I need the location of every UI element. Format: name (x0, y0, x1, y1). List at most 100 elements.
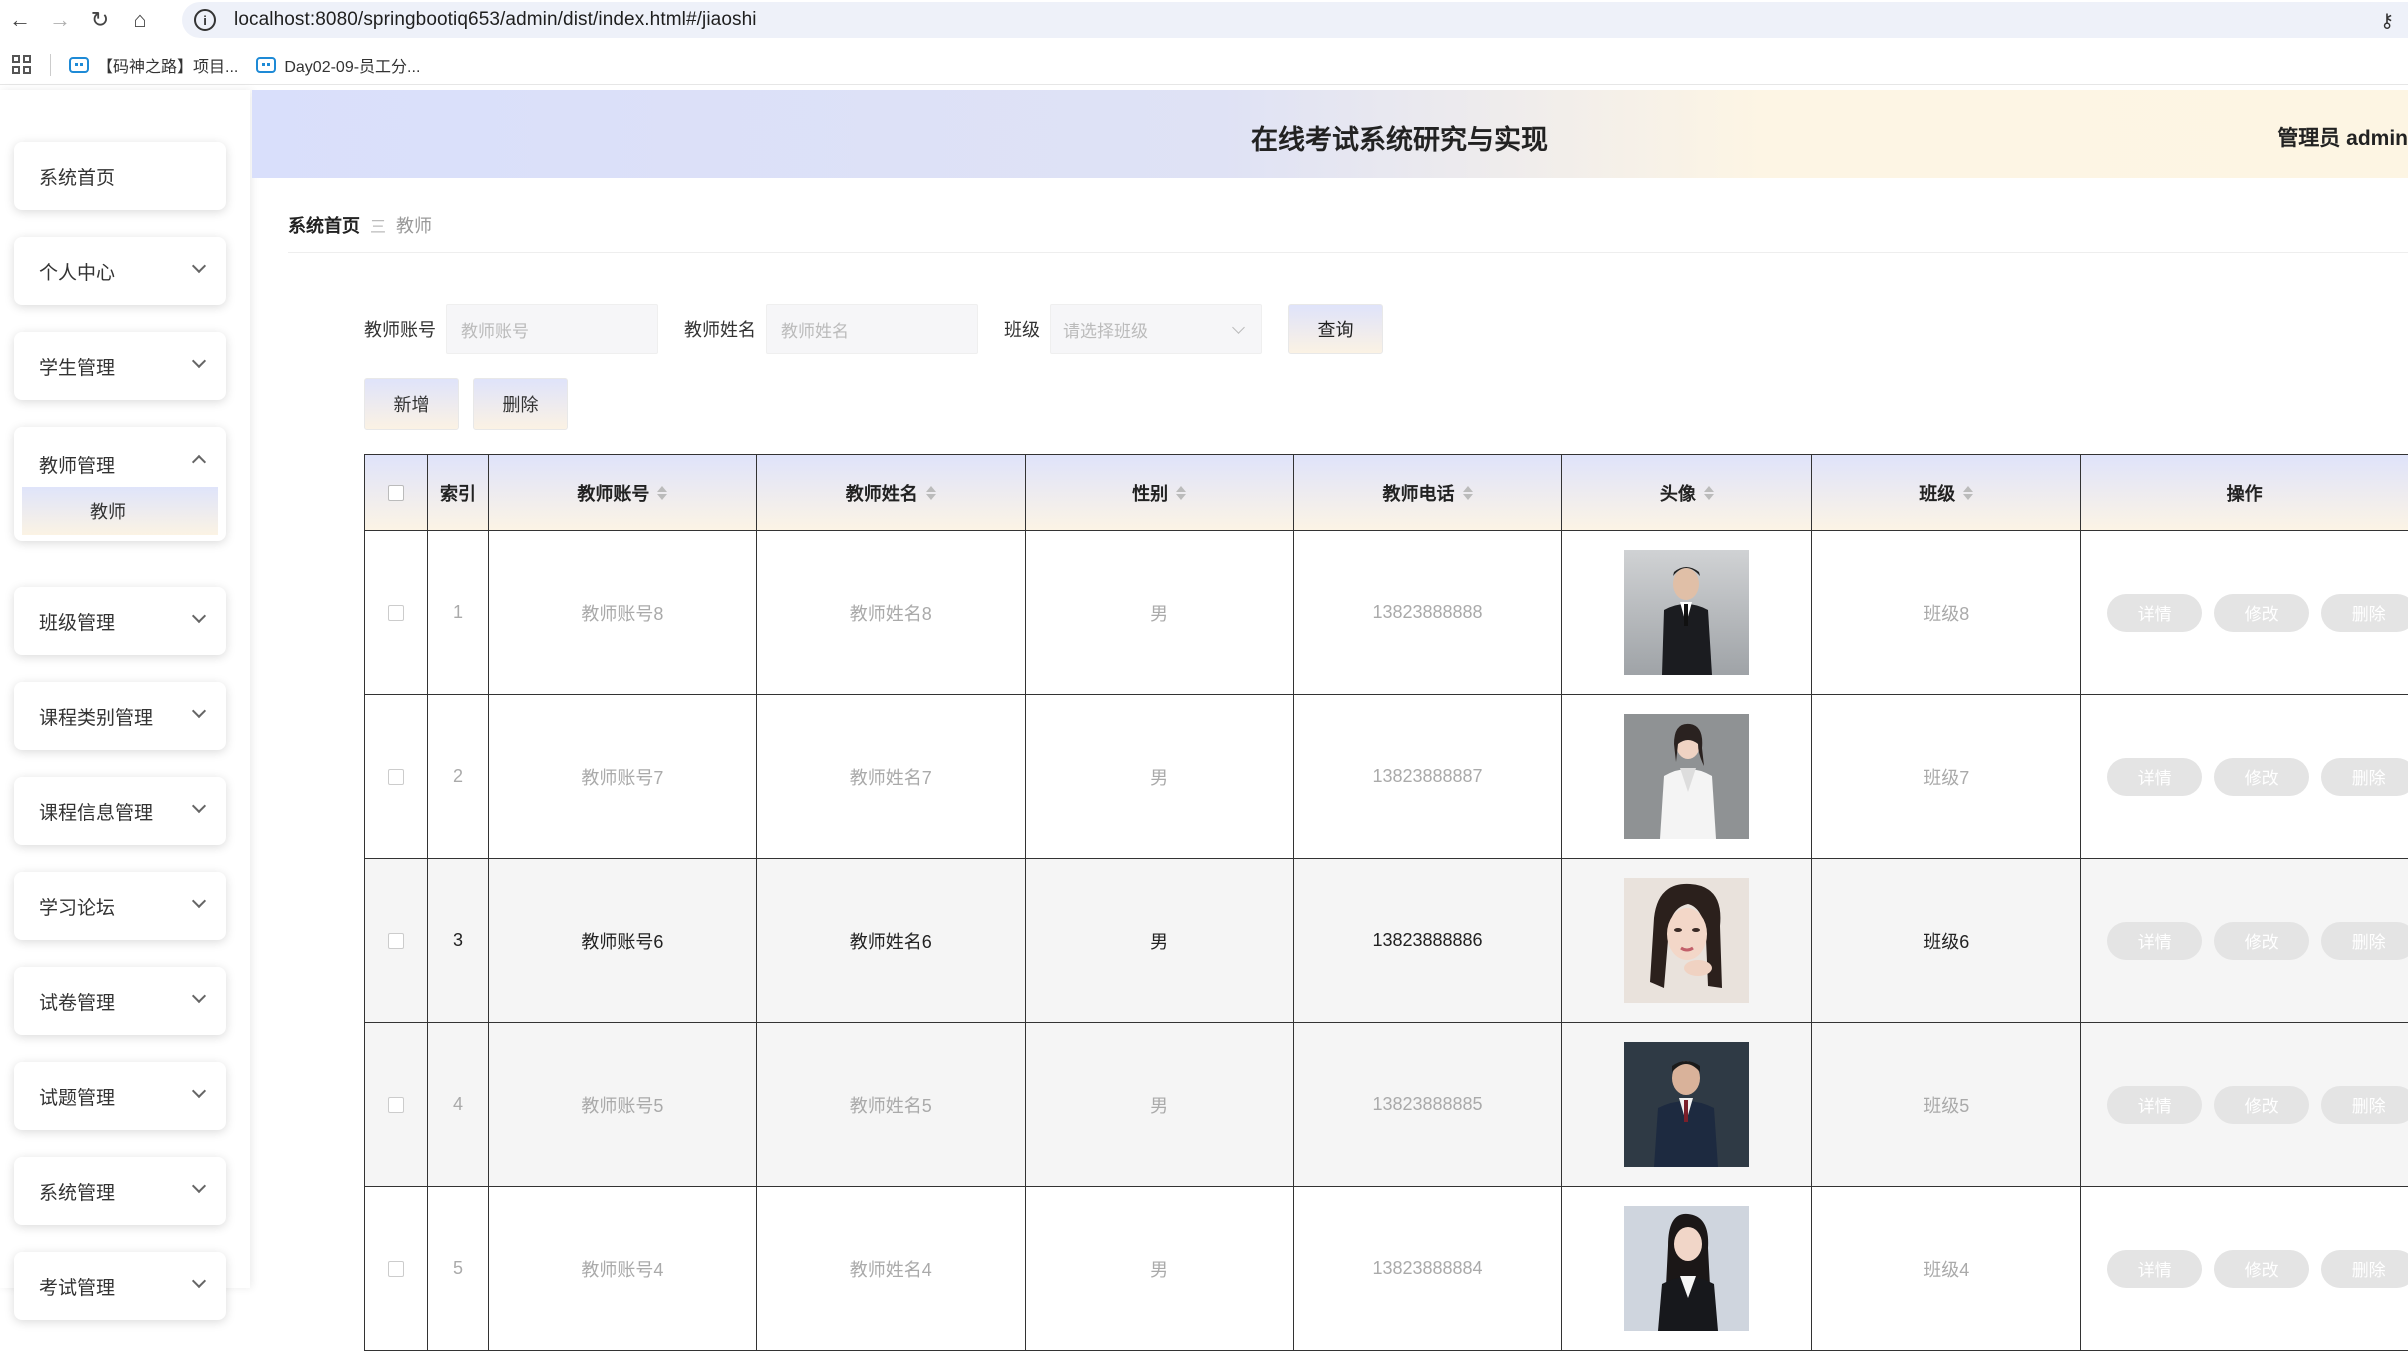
batch-delete-button[interactable]: 删除 (473, 378, 568, 430)
sidebar-item-label: 教师管理 (39, 456, 116, 477)
index-cell: 2 (427, 695, 489, 859)
sort-icon[interactable] (925, 485, 936, 501)
sidebar-item-home[interactable]: 系统首页 (14, 142, 226, 210)
delete-button[interactable]: 删除 (2321, 1249, 2408, 1288)
column-header[interactable]: 班级 (1812, 455, 2082, 531)
operations-cell: 详情 修改 删除 (2081, 531, 2408, 695)
select-all-checkbox[interactable] (387, 484, 404, 501)
row-checkbox[interactable] (387, 932, 404, 949)
top-header: 在线考试系统研究与实现 管理员 admin (252, 90, 2408, 178)
bookmarks-bar: 【码神之路】项目... Day02-09-员工分... (0, 45, 2408, 85)
column-header[interactable]: 教师姓名 (756, 455, 1026, 531)
query-button[interactable]: 查询 (1288, 304, 1383, 354)
delete-button[interactable]: 删除 (2321, 1085, 2408, 1124)
forward-icon[interactable]: → (40, 0, 80, 40)
class-cell: 班级5 (1812, 1023, 2082, 1187)
edit-button[interactable]: 修改 (2214, 1249, 2310, 1288)
sidebar-item-teachers[interactable]: 教师管理 教师 (14, 427, 226, 541)
gender-cell: 男 (1025, 1023, 1294, 1187)
add-button[interactable]: 新增 (364, 378, 459, 430)
teacher-avatar[interactable] (1624, 550, 1750, 675)
sidebar-item-students[interactable]: 学生管理 (14, 332, 226, 400)
index-cell: 3 (427, 859, 489, 1023)
home-icon[interactable]: ⌂ (120, 0, 160, 40)
sort-icon[interactable] (1462, 485, 1473, 501)
class-select[interactable]: 请选择班级 (1050, 304, 1262, 354)
reload-icon[interactable]: ↻ (80, 0, 120, 40)
url-text[interactable]: localhost:8080/springbootiq653/admin/dis… (234, 9, 757, 31)
sidebar-subitem-teacher[interactable]: 教师 (22, 487, 218, 535)
edit-button[interactable]: 修改 (2214, 1085, 2310, 1124)
sidebar-item-label: 系统管理 (39, 1182, 116, 1204)
address-bar[interactable]: i localhost:8080/springbootiq653/admin/d… (182, 2, 2408, 38)
row-checkbox[interactable] (387, 1260, 404, 1277)
bookmark-item[interactable]: 【码神之路】项目... (69, 53, 238, 77)
browser-toolbar: ← → ↻ ⌂ i localhost:8080/springbootiq653… (0, 0, 2408, 40)
sort-icon[interactable] (657, 485, 668, 501)
table-row[interactable]: 1 教师账号8 教师姓名8 男 13823888888 班级8 详情 修改 删除 (365, 531, 2408, 695)
detail-button[interactable]: 详情 (2107, 757, 2203, 796)
table-row[interactable]: 3 教师账号6 教师姓名6 男 13823888886 班级6 详情 修改 删除 (365, 859, 2408, 1023)
account-label: 教师账号 (364, 320, 436, 340)
divider (288, 252, 2408, 253)
class-cell: 班级4 (1812, 1187, 2082, 1351)
sort-icon[interactable] (1176, 485, 1187, 501)
back-icon[interactable]: ← (0, 0, 40, 40)
edit-button[interactable]: 修改 (2214, 593, 2310, 632)
account-search-input[interactable]: 教师账号 (446, 304, 658, 354)
column-header[interactable]: 教师账号 (488, 455, 757, 531)
teacher-avatar[interactable] (1624, 1206, 1750, 1331)
name-search-input[interactable]: 教师姓名 (766, 304, 978, 354)
edit-button[interactable]: 修改 (2214, 921, 2310, 960)
edit-button[interactable]: 修改 (2214, 757, 2310, 796)
sidebar-item-papers[interactable]: 试卷管理 (14, 967, 226, 1035)
column-header[interactable]: 教师电话 (1293, 455, 1563, 531)
site-info-icon[interactable]: i (194, 9, 216, 31)
detail-button[interactable]: 详情 (2107, 921, 2203, 960)
class-cell: 班级6 (1812, 859, 2082, 1023)
operations-cell: 详情 修改 删除 (2081, 859, 2408, 1023)
table-row[interactable]: 5 教师账号4 教师姓名4 男 13823888884 班级4 详情 修改 删除 (365, 1187, 2408, 1351)
user-label[interactable]: 管理员 admin (2277, 122, 2408, 152)
breadcrumb-home[interactable]: 系统首页 (288, 212, 360, 238)
row-checkbox[interactable] (387, 604, 404, 621)
sidebar-item-forum[interactable]: 学习论坛 (14, 872, 226, 940)
row-actions: 详情 修改 删除 (2081, 1249, 2408, 1288)
sort-icon[interactable] (1703, 485, 1714, 501)
gender-cell: 男 (1025, 695, 1294, 859)
sidebar-item-personal[interactable]: 个人中心 (14, 237, 226, 305)
sidebar-item-course-info[interactable]: 课程信息管理 (14, 777, 226, 845)
detail-button[interactable]: 详情 (2107, 1249, 2203, 1288)
teacher-avatar[interactable] (1624, 1042, 1750, 1167)
detail-button[interactable]: 详情 (2107, 593, 2203, 632)
teacher-avatar[interactable] (1624, 878, 1750, 1003)
delete-button[interactable]: 删除 (2321, 757, 2408, 796)
sort-icon[interactable] (1963, 485, 1974, 501)
column-header[interactable]: 性别 (1025, 455, 1294, 531)
apps-grid-icon[interactable] (12, 54, 32, 75)
sidebar-item-exams[interactable]: 考试管理 (14, 1252, 226, 1320)
phone-cell: 13823888888 (1293, 531, 1563, 695)
row-checkbox[interactable] (387, 1096, 404, 1113)
sidebar-item-questions[interactable]: 试题管理 (14, 1062, 226, 1130)
row-checkbox[interactable] (387, 768, 404, 785)
table-row[interactable]: 4 教师账号5 教师姓名5 男 13823888885 班级5 详情 修改 删除 (365, 1023, 2408, 1187)
bookmark-item[interactable]: Day02-09-员工分... (256, 53, 420, 77)
table-row[interactable]: 2 教师账号7 教师姓名7 男 13823888887 班级7 详情 修改 删除 (365, 695, 2408, 859)
name-cell: 教师姓名5 (756, 1023, 1026, 1187)
operations-cell: 详情 修改 删除 (2081, 1023, 2408, 1187)
delete-button[interactable]: 删除 (2321, 921, 2408, 960)
search-form: 教师账号 教师账号 教师姓名 教师姓名 班级 请选择班级 查询 (364, 304, 1383, 354)
password-key-icon[interactable]: ⚷ (2380, 10, 2394, 33)
teacher-avatar[interactable] (1624, 714, 1750, 839)
chevron-up-icon (191, 454, 207, 470)
detail-button[interactable]: 详情 (2107, 1085, 2203, 1124)
delete-button[interactable]: 删除 (2321, 593, 2408, 632)
sidebar-item-system[interactable]: 系统管理 (14, 1157, 226, 1225)
sidebar-item-classes[interactable]: 班级管理 (14, 587, 226, 655)
column-header-label: 操作 (2226, 483, 2263, 504)
column-header[interactable]: 头像 (1562, 455, 1813, 531)
sidebar-item-course-categories[interactable]: 课程类别管理 (14, 682, 226, 750)
column-header-label: 教师账号 (577, 483, 650, 504)
chevron-down-icon (191, 1178, 207, 1194)
